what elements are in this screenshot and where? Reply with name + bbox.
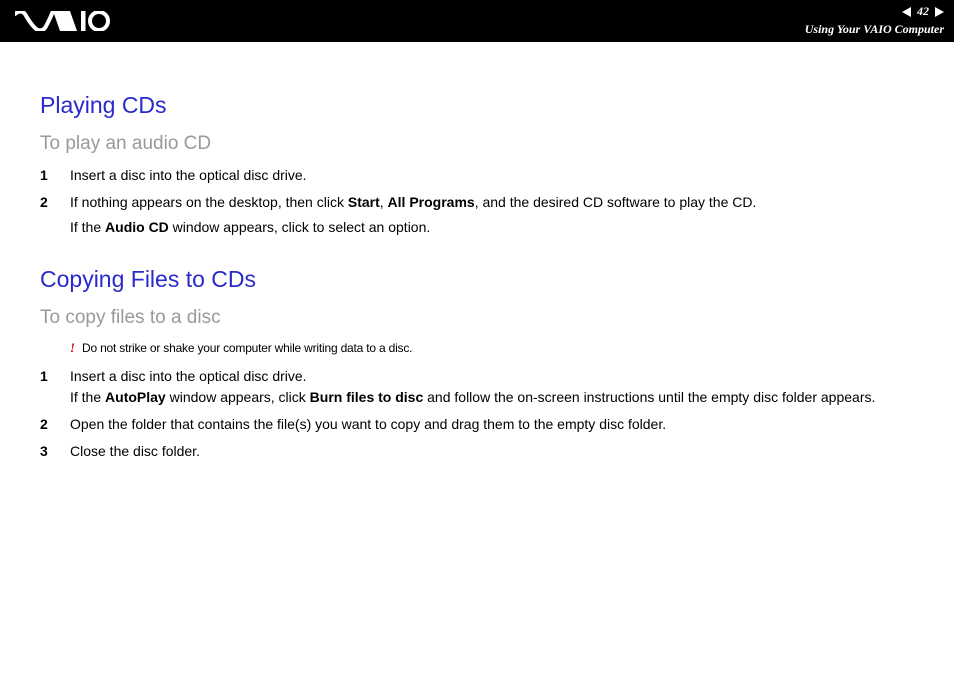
list-item: 1 Insert a disc into the optical disc dr… (40, 366, 934, 408)
step-body: Close the disc folder. (70, 441, 934, 462)
next-page-arrow-icon[interactable] (935, 7, 944, 17)
list-item: 2 Open the folder that contains the file… (40, 414, 934, 435)
vaio-logo (15, 0, 110, 42)
warning-text: Do not strike or shake your computer whi… (82, 341, 412, 356)
step-number: 1 (40, 165, 70, 186)
list-item: 1 Insert a disc into the optical disc dr… (40, 165, 934, 186)
step-number: 1 (40, 366, 70, 408)
warning-note: ! Do not strike or shake your computer w… (70, 341, 934, 356)
step-subline: If the Audio CD window appears, click to… (70, 217, 934, 238)
header-section-title: Using Your VAIO Computer (805, 22, 944, 38)
step-number: 2 (40, 414, 70, 435)
page-number: 42 (915, 4, 931, 20)
step-body: If nothing appears on the desktop, then … (70, 192, 934, 238)
step-subline: If the AutoPlay window appears, click Bu… (70, 387, 934, 408)
prev-page-arrow-icon[interactable] (902, 7, 911, 17)
page-content: Playing CDs To play an audio CD 1 Insert… (0, 42, 954, 510)
section1-steps: 1 Insert a disc into the optical disc dr… (40, 165, 934, 238)
step-body: Insert a disc into the optical disc driv… (70, 366, 934, 408)
section2-steps: 1 Insert a disc into the optical disc dr… (40, 366, 934, 462)
section2-subheading: To copy files to a disc (40, 307, 934, 329)
step-number: 2 (40, 192, 70, 238)
list-item: 2 If nothing appears on the desktop, the… (40, 192, 934, 238)
warning-icon: ! (70, 341, 82, 356)
header-right: 42 Using Your VAIO Computer (805, 4, 944, 37)
section1-heading: Playing CDs (40, 92, 934, 119)
header-bar: 42 Using Your VAIO Computer (0, 0, 954, 42)
section1-subheading: To play an audio CD (40, 133, 934, 155)
step-body: Open the folder that contains the file(s… (70, 414, 934, 435)
page-nav: 42 (805, 4, 944, 20)
list-item: 3 Close the disc folder. (40, 441, 934, 462)
step-body: Insert a disc into the optical disc driv… (70, 165, 934, 186)
section2-heading: Copying Files to CDs (40, 266, 934, 293)
step-number: 3 (40, 441, 70, 462)
